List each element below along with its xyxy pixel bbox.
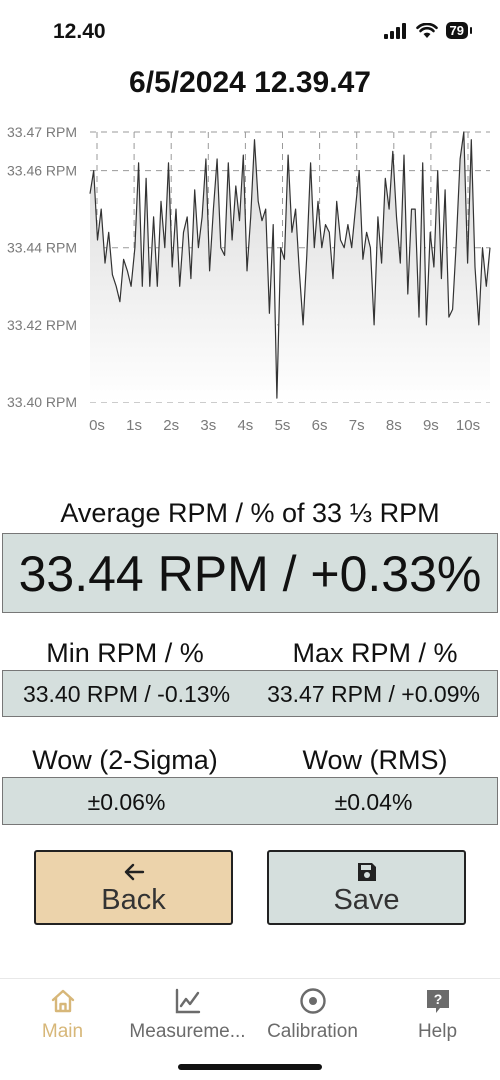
- max-value: 33.47 RPM / +0.09%: [267, 681, 480, 707]
- x-tick-label: 7s: [349, 417, 365, 434]
- arrow-left-icon: [123, 860, 145, 884]
- y-tick-label: 33.42 RPM: [7, 317, 77, 333]
- page-title: 6/5/2024 12.39.47: [129, 66, 371, 99]
- x-tick-label: 3s: [200, 417, 216, 434]
- tab-measurements-label: Measureme...: [129, 1021, 246, 1042]
- y-tick-label: 33.47 RPM: [7, 124, 77, 140]
- average-value: 33.44 RPM / +0.33%: [2, 533, 498, 613]
- x-tick-label: 4s: [237, 417, 253, 434]
- x-tick-label: 0s: [89, 417, 105, 434]
- rpm-line-chart: 33.40 RPM 33.42 RPM 33.44 RPM 33.46 RPM 33.4…: [7, 124, 491, 434]
- save-button-label: Save: [333, 883, 400, 916]
- tab-help[interactable]: ? Help: [375, 985, 500, 1043]
- tab-main-label: Main: [41, 1021, 84, 1042]
- wow-2sigma-value: ±0.06%: [87, 789, 166, 815]
- status-icons: 79: [383, 22, 473, 39]
- svg-text:?: ?: [433, 991, 442, 1007]
- back-button[interactable]: Back: [34, 850, 233, 925]
- home-indicator: [178, 1064, 322, 1070]
- tab-measurements[interactable]: Measureme...: [125, 985, 250, 1043]
- wow-rms-label: Wow (RMS): [302, 745, 448, 775]
- y-tick-label: 33.40 RPM: [7, 394, 77, 410]
- floppy-disk-icon: [356, 860, 378, 884]
- tab-calibration-label: Calibration: [267, 1021, 358, 1042]
- y-tick-label: 33.44 RPM: [7, 240, 77, 256]
- x-tick-label: 10s: [456, 417, 480, 434]
- x-tick-label: 9s: [423, 417, 439, 434]
- signal-icon: [383, 22, 406, 39]
- x-tick-label: 1s: [126, 417, 142, 434]
- tab-help-label: Help: [417, 1021, 458, 1042]
- status-bar: 12.40 79: [0, 0, 500, 60]
- min-max-box: 33.40 RPM / -0.13% 33.47 RPM / +0.09%: [2, 670, 498, 717]
- target-icon: [299, 985, 327, 1017]
- x-tick-label: 6s: [312, 417, 328, 434]
- back-button-label: Back: [101, 883, 166, 916]
- min-value: 33.40 RPM / -0.13%: [22, 681, 231, 707]
- wow-rms-value: ±0.04%: [334, 789, 413, 815]
- min-label: Min RPM / %: [46, 638, 204, 668]
- x-tick-label: 5s: [275, 417, 291, 434]
- status-time: 12.40: [53, 20, 106, 43]
- save-button[interactable]: Save: [267, 850, 466, 925]
- max-label: Max RPM / %: [292, 638, 458, 668]
- x-tick-label: 2s: [163, 417, 179, 434]
- home-icon: [49, 985, 77, 1017]
- wow-box: ±0.06% ±0.04%: [2, 777, 498, 825]
- series-area: [90, 132, 490, 402]
- x-tick-label: 8s: [386, 417, 402, 434]
- chart-icon: [174, 985, 202, 1017]
- help-icon: ?: [424, 985, 452, 1017]
- tab-main[interactable]: Main: [0, 985, 125, 1043]
- average-label: Average RPM / % of 33 ⅓ RPM: [60, 498, 440, 528]
- battery-indicator: 79: [445, 22, 473, 39]
- tab-calibration[interactable]: Calibration: [250, 985, 375, 1043]
- wow-2sigma-label: Wow (2-Sigma): [32, 745, 218, 775]
- wifi-icon: [415, 22, 438, 38]
- y-tick-label: 33.46 RPM: [7, 163, 77, 179]
